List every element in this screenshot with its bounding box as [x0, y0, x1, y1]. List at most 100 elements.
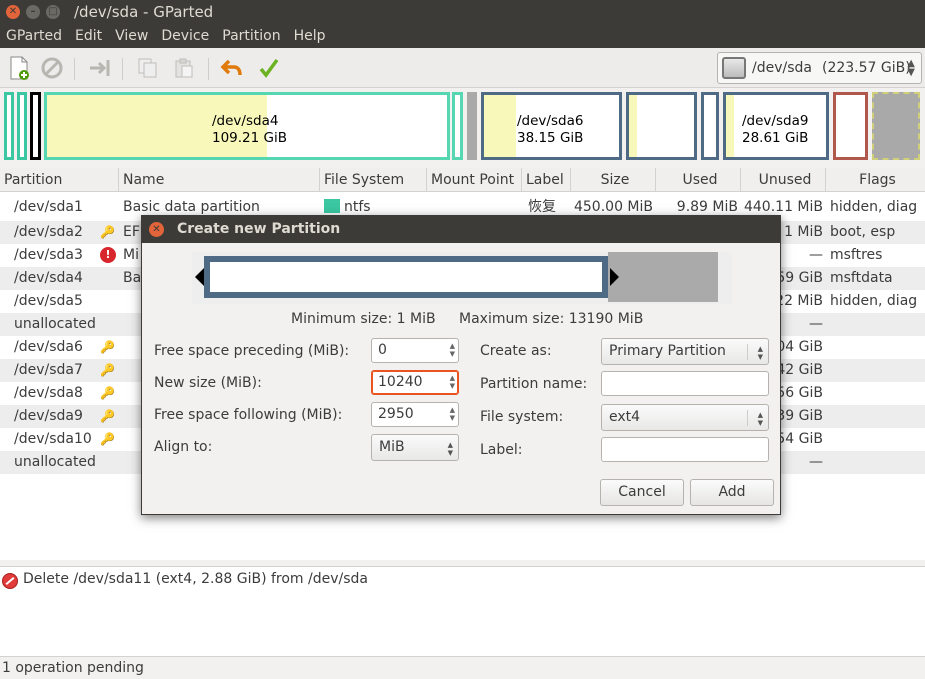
graph-unallocated-1[interactable] — [467, 92, 477, 160]
create-as-combo[interactable]: Primary Partition ▲ ▼ — [601, 338, 769, 365]
device-selector[interactable]: /dev/sda (223.57 GiB) ▲ ▼ — [717, 52, 922, 84]
key-icon: 🔑 — [100, 340, 115, 354]
create-partition-dialog: ✕ Create new Partition Minimum size: 1 M… — [141, 215, 781, 515]
row-name: EF — [123, 224, 140, 240]
partition-resizer[interactable] — [192, 252, 732, 304]
apply-button[interactable] — [255, 54, 283, 82]
menu-view[interactable]: View — [115, 28, 148, 44]
row-partition: /dev/sda9 — [14, 408, 83, 424]
row-partition: /dev/sda6 — [14, 339, 83, 355]
row-partition: /dev/sda8 — [14, 385, 83, 401]
resizer-partition-frame[interactable] — [204, 256, 608, 298]
no-entry-icon — [41, 57, 63, 79]
graph-sda1[interactable] — [4, 92, 14, 160]
cancel-button[interactable]: Cancel — [600, 479, 684, 506]
menu-edit[interactable]: Edit — [75, 28, 102, 44]
dialog-title-bar: ✕ Create new Partition — [142, 216, 780, 243]
resize-arrow-icon — [90, 60, 110, 76]
col-name[interactable]: Name — [119, 168, 320, 192]
delete-operation-icon — [2, 573, 18, 589]
row-partition: /dev/sda1 — [14, 199, 83, 215]
warning-icon: ! — [100, 247, 116, 263]
col-filesystem[interactable]: File System — [320, 168, 427, 192]
key-icon: 🔑 — [100, 386, 115, 400]
partition-name-label: Partition name: — [480, 376, 588, 392]
chevron-updown-icon: ▲ ▼ — [757, 411, 763, 427]
copy-button[interactable] — [134, 54, 162, 82]
key-icon: 🔑 — [100, 363, 115, 377]
row-partition: /dev/sda7 — [14, 362, 83, 378]
new-partition-button[interactable] — [5, 54, 33, 82]
delete-partition-button[interactable] — [38, 54, 66, 82]
col-size[interactable]: Size — [571, 168, 656, 192]
key-icon: 🔑 — [100, 432, 115, 446]
spin-arrows-icon: ▲ ▼ — [449, 342, 455, 358]
free-preceding-label: Free space preceding (MiB): — [154, 343, 350, 359]
graph-sda6-size: 38.15 GiB — [517, 130, 584, 146]
graph-sda4[interactable]: /dev/sda4 109.21 GiB — [44, 92, 450, 160]
menu-help[interactable]: Help — [294, 28, 326, 44]
create-as-value: Primary Partition — [609, 343, 726, 359]
free-following-label: Free space following (MiB): — [154, 407, 343, 423]
free-following-spin[interactable]: 2950 ▲ ▼ — [371, 402, 459, 427]
graph-sda6[interactable]: /dev/sda6 38.15 GiB — [481, 92, 622, 160]
align-to-value: MiB — [379, 439, 405, 455]
new-size-label: New size (MiB): — [154, 375, 262, 391]
graph-unallocated-2[interactable] — [872, 92, 920, 160]
max-size-label: Maximum size: 13190 MiB — [459, 311, 644, 327]
resizer-right-handle[interactable] — [610, 268, 619, 286]
menu-device[interactable]: Device — [161, 28, 209, 44]
graph-sda3[interactable] — [30, 92, 41, 160]
status-bar: 1 operation pending — [0, 656, 925, 679]
label-label: Label: — [480, 442, 523, 458]
min-size-label: Minimum size: 1 MiB — [291, 311, 436, 327]
window-title: /dev/sda - GParted — [74, 3, 214, 21]
copy-icon — [138, 58, 157, 78]
checkmark-icon — [259, 58, 279, 78]
operation-item[interactable]: Delete /dev/sda11 (ext4, 2.88 GiB) from … — [23, 571, 368, 587]
partition-name-input[interactable] — [601, 371, 769, 396]
resize-move-button[interactable] — [86, 54, 114, 82]
add-button[interactable]: Add — [690, 479, 774, 506]
row-flags: hidden, diag — [830, 293, 918, 309]
new-size-value: 10240 — [378, 374, 423, 390]
new-size-spin[interactable]: 10240 ▲ ▼ — [371, 370, 459, 395]
graph-sda9-name: /dev/sda9 — [742, 113, 809, 129]
align-to-combo[interactable]: MiB ▲ ▼ — [371, 434, 459, 461]
device-size: (223.57 GiB) — [821, 60, 911, 76]
graph-sda7[interactable] — [626, 92, 697, 160]
menu-partition[interactable]: Partition — [222, 28, 280, 44]
hard-disk-icon — [722, 57, 746, 79]
graph-sda8[interactable] — [701, 92, 719, 160]
file-system-label: File system: — [480, 409, 564, 425]
device-name: /dev/sda — [752, 60, 812, 76]
graph-sda6-name: /dev/sda6 — [517, 113, 584, 129]
file-system-value: ext4 — [609, 409, 641, 425]
window-maximize-button[interactable]: □ — [46, 5, 60, 19]
undo-button[interactable] — [218, 54, 246, 82]
row-flags: hidden, diag — [830, 199, 918, 215]
free-preceding-spin[interactable]: 0 ▲ ▼ — [371, 338, 459, 363]
graph-sda10[interactable] — [833, 92, 868, 160]
col-used[interactable]: Used — [656, 168, 741, 192]
row-partition: unallocated — [14, 454, 96, 470]
resizer-left-handle[interactable] — [195, 268, 204, 286]
col-unused[interactable]: Unused — [741, 168, 826, 192]
graph-sda2[interactable] — [17, 92, 27, 160]
graph-sda4-name: /dev/sda4 — [212, 113, 279, 129]
window-minimize-button[interactable]: – — [26, 5, 40, 19]
col-mountpoint[interactable]: Mount Point — [427, 168, 522, 192]
dialog-close-button[interactable]: ✕ — [149, 222, 164, 237]
paste-button[interactable] — [170, 54, 198, 82]
col-label[interactable]: Label — [522, 168, 571, 192]
file-system-combo[interactable]: ext4 ▲ ▼ — [601, 404, 769, 431]
label-input[interactable] — [601, 437, 769, 462]
graph-sda9[interactable]: /dev/sda9 28.61 GiB — [723, 92, 829, 160]
row-flags: msftdata — [830, 270, 893, 286]
menu-gparted[interactable]: GParted — [6, 28, 62, 44]
graph-sda5[interactable] — [452, 92, 463, 160]
free-preceding-value: 0 — [378, 342, 387, 358]
col-flags[interactable]: Flags — [826, 168, 925, 192]
window-close-button[interactable]: ✕ — [6, 5, 20, 19]
col-partition[interactable]: Partition — [0, 168, 119, 192]
